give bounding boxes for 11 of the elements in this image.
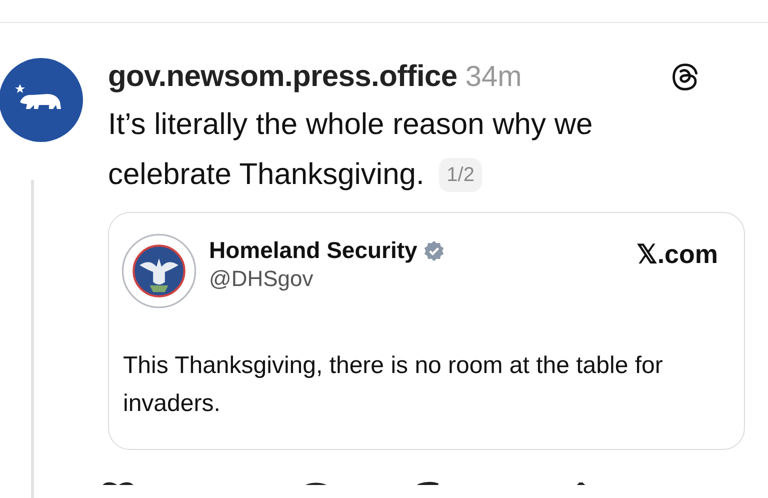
account-handle: @DHSgov [209, 266, 314, 292]
post-text: It’s literally the whole reason why we celebrate Thanksgiving. 1/2 [108, 107, 594, 194]
source-domain: 𝕏.com [636, 239, 718, 270]
quoted-text: This Thanksgiving, there is no room at the table for invaders. [122, 351, 664, 419]
bear-avatar-icon[interactable] [0, 58, 83, 142]
account-name[interactable]: Homeland Security [209, 237, 418, 264]
quote-card[interactable]: Homeland Security @DHSgov 𝕏.com This Thanksgiving, there is no room at the table for invaders. [108, 212, 745, 450]
post-time: 34m [465, 60, 522, 94]
threads-logo-icon[interactable] [670, 62, 700, 92]
author-name[interactable]: gov.newsom.press.office [108, 60, 458, 94]
seal-icon [121, 233, 197, 309]
